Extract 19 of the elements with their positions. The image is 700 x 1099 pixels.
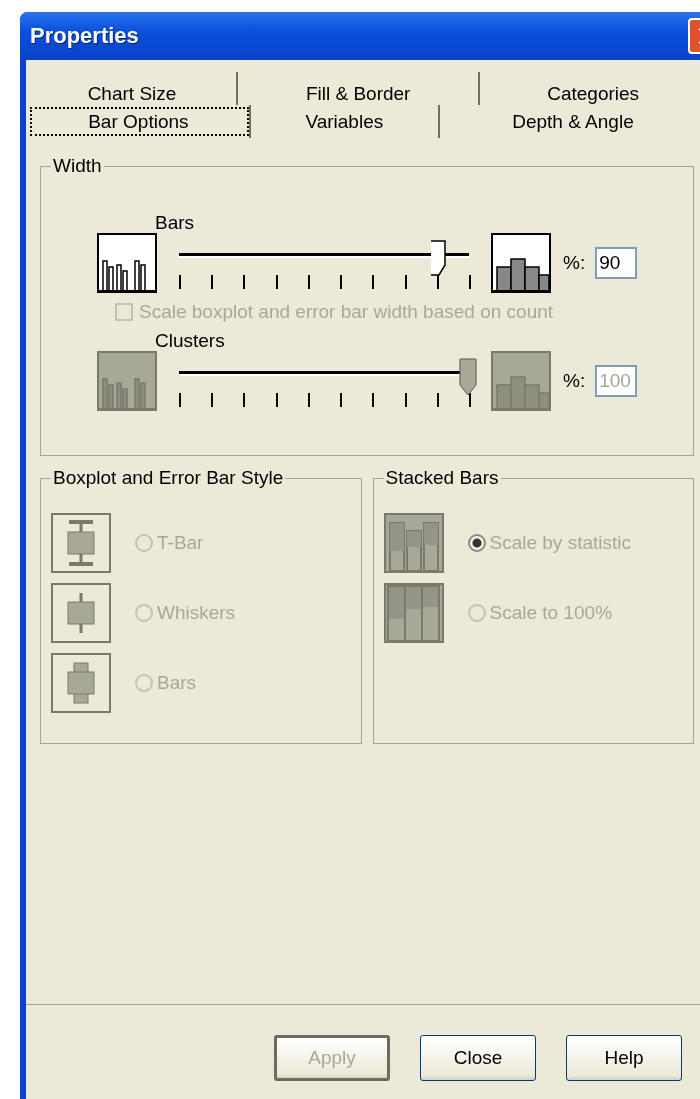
boxplot-icon xyxy=(51,513,111,573)
bar-chart-icon xyxy=(491,233,551,293)
dialog-button[interactable]: Close xyxy=(420,1035,536,1081)
window-title: Properties xyxy=(30,23,139,49)
slider-label: Bars xyxy=(155,213,196,233)
percent-label: %: xyxy=(563,252,586,274)
percent-label: %: xyxy=(563,370,586,392)
slider-label: Clusters xyxy=(155,331,226,351)
boxplot-icon xyxy=(51,583,111,643)
slider-thumb[interactable] xyxy=(430,239,448,279)
bar-chart-icon xyxy=(491,351,551,411)
boxplot-icon xyxy=(51,653,111,713)
bar-chart-icon xyxy=(97,233,157,293)
stacked-bars-icon xyxy=(383,513,444,573)
percent-input[interactable]: 90 xyxy=(595,247,638,279)
tab[interactable]: Bar Options xyxy=(28,105,251,138)
bar-chart-icon xyxy=(97,351,157,411)
dialog-button[interactable]: Help xyxy=(566,1035,682,1081)
stacked-bars-icon xyxy=(383,583,444,643)
